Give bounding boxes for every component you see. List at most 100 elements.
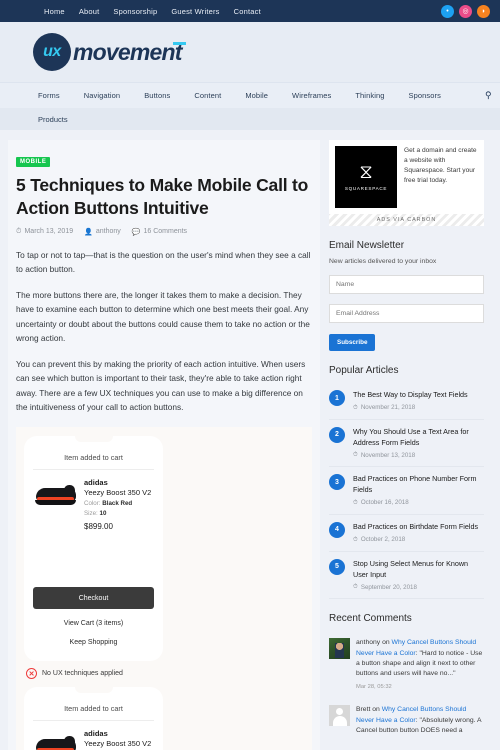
newsletter-email-input[interactable]: [329, 304, 484, 323]
comment-icon: 💬: [131, 228, 141, 236]
site-logo[interactable]: ux movement: [33, 33, 186, 71]
product-brand: adidas: [84, 478, 108, 488]
x-circle-icon: ✕: [26, 668, 37, 680]
nav-wireframes[interactable]: Wireframes: [292, 91, 331, 100]
sneaker-image: [35, 733, 77, 750]
list-item[interactable]: 2 Why You Should Use a Text Area for Add…: [329, 420, 484, 468]
logo-accent-dash: [172, 41, 186, 45]
nav-buttons[interactable]: Buttons: [144, 91, 170, 100]
cart-actions-left: Checkout View Cart (3 items) Keep Shoppi…: [33, 587, 154, 652]
clock-icon: ⏱: [353, 451, 358, 459]
meta-comments[interactable]: 💬 16 Comments: [132, 228, 187, 236]
product-color: Color: Black Red: [84, 500, 152, 507]
keep-shopping-button-left[interactable]: Keep Shopping: [33, 633, 154, 652]
product-size-value: 10: [99, 510, 107, 518]
popular-title: Why You Should Use a Text Area for Addre…: [353, 426, 469, 447]
popular-date-text: November 21, 2018: [360, 404, 416, 412]
avatar: [329, 638, 350, 660]
nav-navigation[interactable]: Navigation: [84, 91, 120, 100]
ad-logo-text: SQUARESPACE: [344, 186, 388, 191]
product-info-left: adidas Yeezy Boost 350 V2 Color: Black R…: [84, 478, 152, 531]
product-size: Size: 10: [84, 510, 152, 517]
view-cart-button-left[interactable]: View Cart (3 items): [33, 614, 154, 633]
article-paragraph-3: You can prevent this by making the prior…: [16, 359, 306, 412]
mockup-left: Item added to cart adidas Yeezy Boost 35…: [24, 436, 163, 680]
logo-word-text: movement: [73, 38, 182, 65]
subscribe-button[interactable]: Subscribe: [329, 334, 376, 351]
popular-title: Stop Using Select Menus for Known User I…: [353, 558, 469, 579]
page-root: Home About Sponsorship Guest Writers Con…: [0, 0, 500, 750]
phone-notch: [74, 436, 113, 443]
search-icon[interactable]: ⚲: [485, 90, 492, 101]
popular-title: The Best Way to Display Text Fields: [353, 390, 468, 399]
sneaker-image: [35, 482, 77, 512]
meta-author-text: anthony: [95, 228, 121, 236]
product-size-label: Size:: [84, 510, 98, 518]
article-paragraph-2: The more buttons there are, the longer i…: [16, 290, 310, 343]
list-item[interactable]: 5 Stop Using Select Menus for Known User…: [329, 552, 484, 600]
meta-comments-text: 16 Comments: [143, 228, 188, 236]
popular-date: ⏱ November 21, 2018: [353, 404, 468, 412]
clock-icon: ⏱: [16, 227, 22, 235]
sidebar: ⧖ SQUARESPACE Get a domain and create a …: [329, 140, 484, 750]
comment-on: on: [380, 639, 392, 647]
top-nav-guest-writers[interactable]: Guest Writers: [171, 7, 219, 16]
top-nav-home[interactable]: Home: [44, 7, 65, 16]
article-meta: ⏱ March 13, 2019 👤 anthony 💬 16 Comments: [16, 228, 312, 236]
top-utility-bar: Home About Sponsorship Guest Writers Con…: [0, 0, 500, 22]
product-info-right: adidas Yeezy Boost 350 V2 Color: Black R…: [84, 729, 152, 750]
popular-date-text: October 16, 2018: [360, 499, 409, 507]
top-nav-about[interactable]: About: [79, 7, 100, 16]
nav-products[interactable]: Products: [38, 115, 68, 124]
comment-date: Mar 28, 05:32: [356, 683, 392, 690]
comment-on: on: [370, 706, 382, 714]
newsletter-heading: Email Newsletter: [329, 240, 405, 251]
rank-badge: 5: [329, 558, 345, 575]
popular-date: ⏱ October 16, 2018: [353, 499, 484, 507]
article-paragraph-1: To tap or not to tap—that is the questio…: [16, 249, 311, 274]
squarespace-glyph-icon: ⧖: [359, 162, 373, 183]
list-item[interactable]: 4 Bad Practices on Birthdate Form Fields…: [329, 515, 484, 552]
nav-thinking[interactable]: Thinking: [355, 91, 384, 100]
nav-mobile[interactable]: Mobile: [245, 91, 268, 100]
product-price: $899.00: [84, 522, 113, 532]
nav-content[interactable]: Content: [194, 91, 221, 100]
cart-header-right: Item added to cart: [33, 698, 154, 722]
clock-icon: ⏱: [353, 583, 358, 591]
product-brand: adidas: [84, 729, 108, 739]
cart-header-left: Item added to cart: [33, 447, 154, 471]
rank-badge: 4: [329, 521, 345, 538]
mockup-right: Item added to cart adidas Yeezy Boost 35…: [24, 687, 163, 750]
ad-block[interactable]: ⧖ SQUARESPACE Get a domain and create a …: [329, 140, 484, 226]
phone-frame-left: Item added to cart adidas Yeezy Boost 35…: [24, 436, 163, 662]
clock-icon: ⏱: [353, 403, 358, 411]
logo-wordmark: movement: [73, 38, 186, 66]
list-item[interactable]: 1 The Best Way to Display Text Fields ⏱ …: [329, 383, 484, 420]
top-nav-contact[interactable]: Contact: [234, 7, 261, 16]
popular-date-text: October 2, 2018: [360, 536, 406, 544]
popular-title: Bad Practices on Phone Number Form Field…: [353, 474, 477, 495]
ad-top: ⧖ SQUARESPACE Get a domain and create a …: [329, 140, 484, 214]
top-nav-sponsorship[interactable]: Sponsorship: [113, 7, 157, 16]
user-icon: 👤: [84, 228, 93, 236]
nav-sponsors[interactable]: Sponsors: [409, 91, 442, 100]
rss-icon[interactable]: ◗: [477, 4, 490, 18]
popular-articles-heading: Popular Articles: [329, 365, 399, 376]
comment-body: Brett on Why Cancel Buttons Should Never…: [356, 706, 482, 735]
list-item[interactable]: 3 Bad Practices on Phone Number Form Fie…: [329, 467, 484, 515]
dribbble-icon[interactable]: ◎: [459, 4, 472, 18]
product-model: Yeezy Boost 350 V2: [84, 739, 152, 749]
newsletter-name-input[interactable]: [329, 275, 484, 294]
comment-author: Brett: [356, 706, 371, 714]
rank-badge: 3: [329, 474, 345, 491]
product-row-left: adidas Yeezy Boost 350 V2 Color: Black R…: [33, 470, 154, 531]
category-badge[interactable]: MOBILE: [16, 157, 51, 167]
recent-comments-heading: Recent Comments: [329, 613, 412, 625]
meta-date: ⏱ March 13, 2019: [16, 228, 73, 236]
checkout-button-left[interactable]: Checkout: [33, 587, 154, 610]
rank-badge: 2: [329, 426, 345, 443]
nav-forms[interactable]: Forms: [38, 91, 60, 100]
list-item: Brett on Why Cancel Buttons Should Never…: [329, 698, 484, 743]
page-title: 5 Techniques to Make Mobile Call to Acti…: [16, 175, 309, 219]
twitter-icon[interactable]: •: [441, 4, 454, 18]
